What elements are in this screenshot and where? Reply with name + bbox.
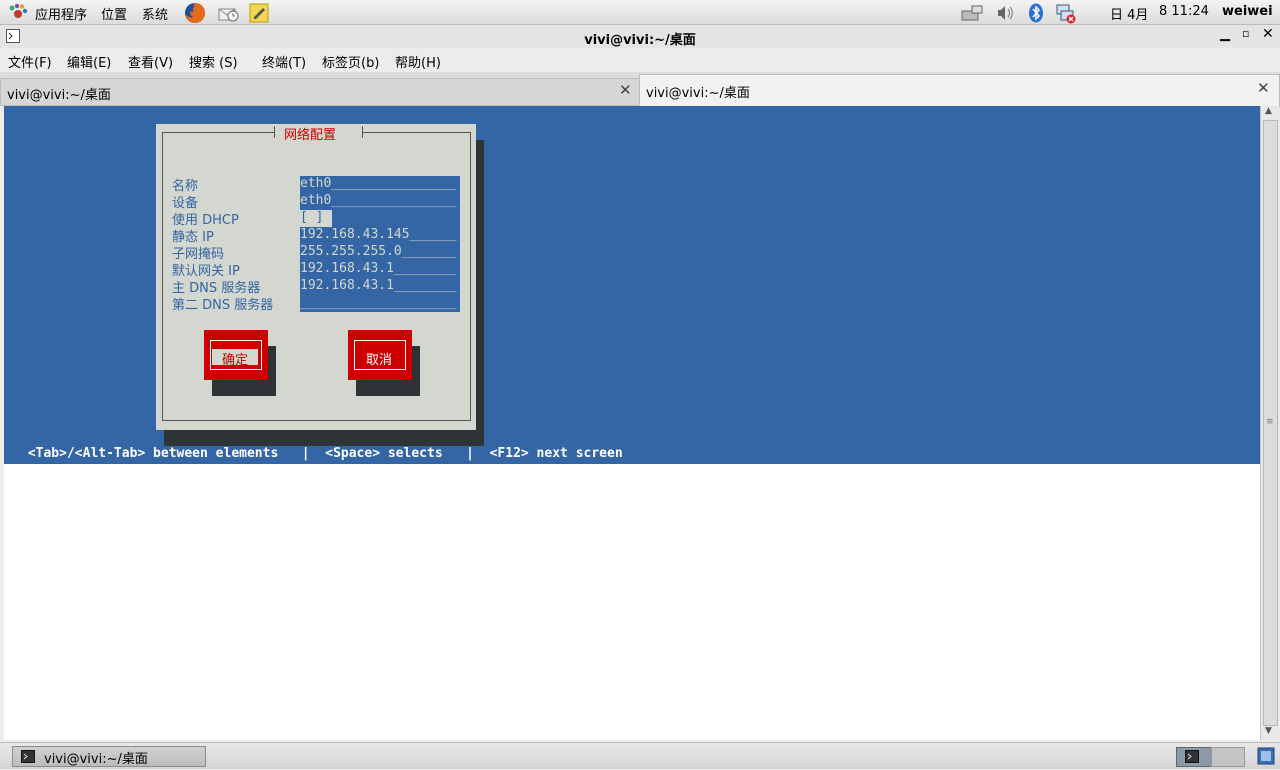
- name-input[interactable]: eth0________________: [300, 176, 460, 193]
- ok-button[interactable]: 确定: [204, 330, 268, 380]
- help-status-line: <Tab>/<Alt-Tab> between elements | <Spac…: [20, 446, 623, 461]
- frame-top-left: [162, 132, 274, 133]
- gateway-input[interactable]: 192.168.43.1________: [300, 261, 460, 278]
- primary-dns-input[interactable]: 192.168.43.1________: [300, 278, 460, 295]
- taskbar-task-label: vivi@vivi:~/桌面: [44, 752, 148, 767]
- workspace-window-icon: [1185, 750, 1199, 767]
- title-tick-right: [362, 126, 363, 138]
- ok-button-label: 确定: [221, 353, 248, 368]
- frame-bottom: [162, 420, 471, 421]
- mail-clock-icon[interactable]: [216, 1, 239, 23]
- top-panel: 应用程序 位置 系统 日 4月 8 11:24 weiwei: [0, 0, 1280, 25]
- dhcp-checkbox[interactable]: [ ]: [300, 210, 323, 225]
- user-menu[interactable]: weiwei: [1222, 4, 1273, 19]
- tab-strip: vivi@vivi:~/桌面 ✕ vivi@vivi:~/桌面 ✕: [0, 72, 1280, 107]
- workspace-1[interactable]: [1176, 747, 1212, 767]
- menu-edit[interactable]: 编辑(E): [67, 52, 111, 71]
- window-title-bar[interactable]: vivi@vivi:~/桌面 ▁ ▫ ✕: [0, 25, 1280, 49]
- frame-left: [162, 132, 163, 420]
- menu-search[interactable]: 搜索 (S): [189, 52, 238, 71]
- maximize-icon[interactable]: ▫: [1242, 27, 1249, 40]
- tab-inactive[interactable]: vivi@vivi:~/桌面 ✕: [0, 78, 640, 106]
- tab-close-icon[interactable]: ✕: [619, 81, 632, 99]
- clock-date[interactable]: 日 4月: [1110, 4, 1148, 23]
- places-menu[interactable]: 位置: [101, 4, 127, 23]
- menu-view[interactable]: 查看(V): [128, 52, 173, 71]
- menu-file[interactable]: 文件(F): [8, 52, 52, 71]
- title-tick-left: [274, 126, 275, 138]
- dialog-title: 网络配置: [284, 128, 337, 143]
- tab-close-icon[interactable]: ✕: [1257, 79, 1270, 97]
- window-title: vivi@vivi:~/桌面: [584, 33, 696, 48]
- minimize-icon[interactable]: ▁: [1220, 27, 1230, 42]
- scrollbar-thumb[interactable]: ≡: [1263, 120, 1278, 726]
- terminal-view[interactable]: 网络配置 名称 eth0________________ 设备 eth0____…: [4, 106, 1260, 740]
- static-ip-input[interactable]: 192.168.43.145______: [300, 227, 460, 244]
- system-menu[interactable]: 系统: [142, 4, 168, 23]
- scroll-grip-icon: ≡: [1266, 417, 1274, 427]
- clock-time[interactable]: 8 11:24: [1159, 4, 1209, 19]
- menu-help[interactable]: 帮助(H): [395, 52, 441, 71]
- secondary-dns-input[interactable]: ____________________: [300, 295, 460, 312]
- field-label-secondary-dns: 第二 DNS 服务器: [172, 298, 274, 313]
- menu-terminal[interactable]: 终端(T): [262, 52, 306, 71]
- taskbar-task-button[interactable]: vivi@vivi:~/桌面: [12, 746, 206, 767]
- frame-right: [470, 132, 471, 420]
- gnome-foot-icon[interactable]: [8, 3, 28, 21]
- frame-top-right: [362, 132, 470, 133]
- applications-menu[interactable]: 应用程序: [35, 4, 87, 23]
- network-manager-icon[interactable]: [960, 3, 984, 27]
- menu-bar: 文件(F) 编辑(E) 查看(V) 搜索 (S) 终端(T) 标签页(b) 帮助…: [0, 48, 1280, 72]
- trash-icon[interactable]: [1256, 746, 1276, 770]
- terminal-scrollbar[interactable]: ▲ ≡ ▼: [1260, 106, 1279, 740]
- tab-label: vivi@vivi:~/桌面: [7, 88, 111, 103]
- notes-editor-icon[interactable]: [247, 1, 269, 23]
- close-icon[interactable]: ✕: [1262, 26, 1274, 42]
- scroll-up-icon[interactable]: ▲: [1265, 106, 1272, 116]
- bottom-panel: vivi@vivi:~/桌面: [0, 742, 1280, 769]
- terminal-newt-screen: 网络配置 名称 eth0________________ 设备 eth0____…: [4, 106, 1260, 464]
- device-input[interactable]: eth0________________: [300, 193, 460, 210]
- workspace-2[interactable]: [1211, 747, 1245, 767]
- scroll-down-icon[interactable]: ▼: [1265, 726, 1272, 736]
- tab-label: vivi@vivi:~/桌面: [646, 86, 750, 101]
- network-config-dialog: 网络配置 名称 eth0________________ 设备 eth0____…: [156, 124, 476, 430]
- cancel-button-label: 取消: [365, 353, 392, 368]
- firefox-icon[interactable]: [183, 1, 205, 23]
- bluetooth-icon[interactable]: [1028, 3, 1044, 27]
- dhcp-highlight: [332, 210, 460, 227]
- netmask-input[interactable]: 255.255.255.0_______: [300, 244, 460, 261]
- terminal-task-icon: [21, 750, 35, 767]
- volume-icon[interactable]: [995, 3, 1015, 27]
- menu-tabs[interactable]: 标签页(b): [322, 52, 379, 71]
- tab-active[interactable]: vivi@vivi:~/桌面 ✕: [639, 74, 1280, 107]
- cancel-button[interactable]: 取消: [348, 330, 412, 380]
